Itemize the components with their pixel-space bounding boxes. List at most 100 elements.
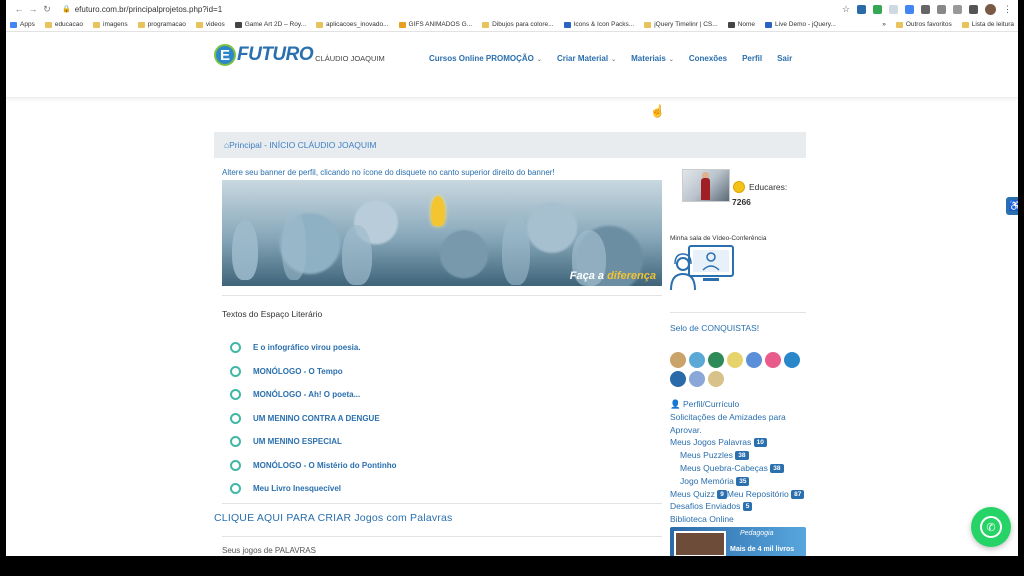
folder-icon [895,21,903,28]
word-games-link[interactable]: Meus Jogos Palavras [670,437,751,447]
browser-window: ← → ↻ 🔒 efuturo.com.br/principalprojetos… [6,0,1018,556]
extension-icon[interactable] [921,4,930,14]
back-icon[interactable]: ← [12,4,26,14]
video-conference-icon[interactable] [669,244,737,292]
online-library-link[interactable]: Biblioteca Online [670,513,804,526]
gold-pawn [431,196,445,226]
url-input[interactable]: efuturo.com.br/principalprojetos.php?id=… [75,5,222,14]
bookmark-item[interactable]: Nome [727,21,755,28]
folder-icon [765,21,773,28]
bookmark-item[interactable]: Icons & Icon Packs... [563,21,634,28]
bookmark-item[interactable]: jQuery Timelinr | CS... [644,21,718,28]
bookmark-item[interactable]: Live Demo - jQuery... [765,21,836,28]
whatsapp-button[interactable]: ✆ [971,507,1011,547]
literary-item[interactable]: E o infográfico virou poesia. [230,336,397,360]
achievement-badge-icon[interactable] [746,352,762,368]
literary-item[interactable]: UM MENINO CONTRA A DENGUE [230,407,397,431]
literary-item[interactable]: MONÓLOGO - O Tempo [230,360,397,384]
bookmark-item[interactable]: Lista de leitura [961,21,1014,28]
count-badge: 87 [791,489,805,499]
profile-banner[interactable]: Faça a diferença [222,180,662,286]
logo-word: FUTURO [237,44,314,65]
banner-pawn [502,215,530,285]
achievement-badge-icon[interactable] [784,352,800,368]
bookmark-item[interactable]: imagens [93,21,128,28]
quizz-link[interactable]: Meus Quizz [670,489,715,499]
circle-icon [230,436,241,448]
achievement-badge-icon[interactable] [708,371,724,387]
more-bookmarks-icon[interactable]: » [882,21,886,28]
bookmark-item[interactable]: Outros favoritos [895,21,952,28]
profile-avatar[interactable] [985,3,996,15]
mail-icon[interactable] [953,4,962,14]
folder-icon [727,21,735,28]
forward-icon[interactable]: → [26,4,40,14]
bookmark-item[interactable]: Dibujos para colore... [482,21,554,28]
divider [222,503,662,504]
literary-item[interactable]: UM MENINO ESPECIAL [230,430,397,454]
nav-item[interactable]: Criar Material ⌄ [557,54,616,63]
bookmark-item[interactable]: educacao [44,21,83,28]
extension-icon[interactable] [905,4,914,14]
challenges-link[interactable]: Desafios Enviados [670,501,740,511]
educares-label: Educares: [749,182,788,192]
literary-item[interactable]: MONÓLOGO - O Mistério do Pontinho [230,454,397,478]
achievement-badge-icon[interactable] [708,352,724,368]
literary-title: Textos do Espaço Literário [222,309,323,319]
lock-icon: 🔒 [62,6,71,13]
extension-icon[interactable] [937,4,946,14]
count-badge: 38 [735,451,749,461]
logo-mark: E [214,44,236,66]
profile-photo[interactable] [682,169,730,202]
nav-item[interactable]: Materiais ⌄ [631,54,674,63]
friend-requests-link[interactable]: Solicitações de Amizades para Aprovar. [670,411,802,437]
puzzle-icon[interactable] [969,4,978,14]
star-icon[interactable]: ☆ [842,4,850,15]
menu-icon[interactable]: ⋮ [1003,4,1012,15]
puzzles-link[interactable]: Meus Puzzles [680,450,733,460]
site-header: E FUTURO CLÁUDIO JOAQUIM Cursos Online P… [6,32,1018,98]
nav-item[interactable]: Conexões [689,54,727,63]
bookmark-item[interactable]: aplicacoes_inovado... [316,21,389,28]
nav-item[interactable]: Sair [777,54,792,63]
extension-icon[interactable] [857,4,866,14]
library-promo-banner[interactable]: Pedagogia Mais de 4 mil livros [670,527,806,556]
achievement-badge-icon[interactable] [670,371,686,387]
literary-item[interactable]: MONÓLOGO - Ah! O poeta... [230,383,397,407]
count-badge: 5 [742,502,753,512]
jigsaw-link[interactable]: Meus Quebra-Cabeças [680,463,768,473]
sidebar-links: 👤 Perfil/Currículo Solicitações de Amiza… [670,398,805,526]
nav-item[interactable]: Perfil [742,54,762,63]
banner-pawn [342,225,372,285]
memory-game-link[interactable]: Jogo Memória [680,476,734,486]
extension-icon[interactable] [873,4,882,14]
bookmark-item[interactable]: videos [195,21,225,28]
bookmark-item[interactable]: Game Art 2D – Roy... [234,21,306,28]
achievements-link[interactable]: Selo de CONQUISTAS! [670,323,759,333]
create-word-games-link[interactable]: CLIQUE AQUI PARA CRIAR Jogos com Palavra… [214,512,453,524]
nav-item[interactable]: Cursos Online PROMOÇÃO ⌄ [429,54,542,63]
accessibility-button[interactable]: ♿ [1006,197,1018,215]
achievement-badge-icon[interactable] [727,352,743,368]
educares-count: 7266 [732,197,751,207]
breadcrumb-link[interactable]: Principal - INÍCIO CLÁUDIO JOAQUIM [229,140,376,150]
banner-pawn [282,210,306,280]
achievement-badge-icon[interactable] [670,352,686,368]
bookmark-item[interactable]: Apps [10,21,35,28]
circle-icon [230,483,241,495]
circle-icon [230,412,241,424]
achievement-badge-icon[interactable] [689,352,705,368]
promo-image [674,531,726,556]
achievement-badges [670,352,810,387]
achievement-badge-icon[interactable] [689,371,705,387]
count-badge: 10 [753,438,767,448]
achievement-badge-icon[interactable] [765,352,781,368]
bookmark-item[interactable]: GIFS ANIMADOS G... [398,21,472,28]
literary-item[interactable]: Meu Livro Inesquecível [230,477,397,501]
site-logo[interactable]: E FUTURO CLÁUDIO JOAQUIM [214,44,385,66]
bookmark-item[interactable]: programacao [137,21,186,28]
repository-link[interactable]: Meu Repositório [727,489,789,499]
extension-icon[interactable] [889,4,898,14]
profile-link[interactable]: Perfil/Currículo [683,399,739,409]
reload-icon[interactable]: ↻ [40,4,54,15]
